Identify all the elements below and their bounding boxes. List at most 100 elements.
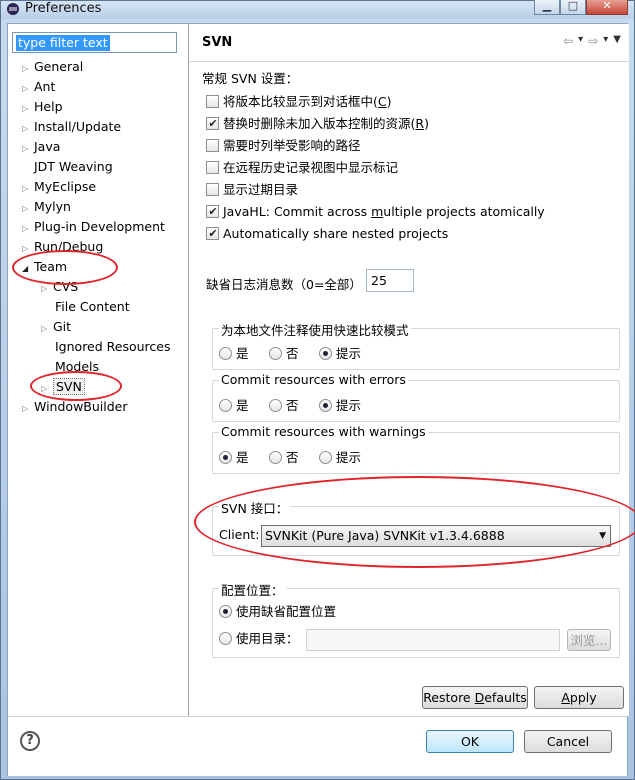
tree-item-cvs[interactable]: ▷ CVS bbox=[41, 278, 78, 296]
tree-item-general[interactable]: ▷ General bbox=[22, 58, 83, 76]
radio-no[interactable]: 否 bbox=[269, 449, 299, 467]
back-menu-icon[interactable]: ▾ bbox=[578, 34, 583, 48]
client-select[interactable]: SVNKit (Pure Java) SVNKit v1.3.4.6888 ▼ bbox=[261, 525, 611, 547]
tree-item-git[interactable]: ▷ Git bbox=[41, 318, 71, 336]
radio-no[interactable]: 否 bbox=[269, 397, 299, 415]
minimize-icon[interactable]: ▁ bbox=[534, 0, 560, 15]
radio-no[interactable]: 否 bbox=[269, 345, 299, 363]
checkbox-box[interactable] bbox=[206, 227, 219, 240]
checkbox-box[interactable] bbox=[206, 117, 219, 130]
tree-item-install-update[interactable]: ▷ Install/Update bbox=[22, 118, 121, 136]
group-config-location: 配置位置： 使用缺省配置位置 使用目录： 浏览... bbox=[212, 580, 620, 658]
checkbox-box[interactable] bbox=[206, 183, 219, 196]
radio-yes[interactable]: 是 bbox=[219, 345, 249, 363]
expand-arrow-icon[interactable]: ▷ bbox=[22, 80, 34, 98]
checkbox-box[interactable] bbox=[206, 205, 219, 218]
tree-item-help[interactable]: ▷ Help bbox=[22, 98, 63, 116]
checkbox-list-affected-paths[interactable]: 需要时列举受影响的路径 bbox=[206, 137, 361, 155]
radio-use-directory[interactable]: 使用目录： bbox=[219, 630, 299, 648]
config-dir-input[interactable] bbox=[306, 629, 560, 651]
expand-arrow-icon[interactable]: ▷ bbox=[22, 180, 34, 198]
log-count-input[interactable]: 25 bbox=[366, 269, 414, 292]
checkbox-label: 在远程历史记录视图中显示标记 bbox=[223, 160, 399, 175]
radio-prompt[interactable]: 提示 bbox=[319, 345, 361, 363]
tree-item-ant[interactable]: ▷ Ant bbox=[22, 78, 55, 96]
back-icon[interactable]: ⇦ bbox=[563, 34, 573, 48]
checkbox-compare-dialog[interactable]: 将版本比较显示到对话框中(C) bbox=[206, 93, 392, 111]
radio-circle[interactable] bbox=[269, 347, 282, 360]
tree-item-svn[interactable]: ▷ SVN bbox=[41, 378, 85, 396]
expand-arrow-icon[interactable]: ▷ bbox=[22, 220, 34, 238]
expand-arrow-icon[interactable]: ▷ bbox=[22, 120, 34, 138]
radio-circle[interactable] bbox=[219, 451, 232, 464]
tree-item-team[interactable]: ◢ Team bbox=[22, 258, 67, 276]
ok-button[interactable]: OK bbox=[426, 730, 514, 753]
radio-circle[interactable] bbox=[269, 399, 282, 412]
tree-item-file-content[interactable]: File Content bbox=[55, 298, 130, 316]
tree-item-label: JDT Weaving bbox=[34, 159, 113, 174]
checkbox-share-nested[interactable]: Automatically share nested projects bbox=[206, 225, 448, 243]
tree-item-mylyn[interactable]: ▷ Mylyn bbox=[22, 198, 71, 216]
checkbox-box[interactable] bbox=[206, 95, 219, 108]
radio-default-config[interactable]: 使用缺省配置位置 bbox=[219, 603, 336, 621]
checkbox-javahl-commit[interactable]: JavaHL: Commit across multiple projects … bbox=[206, 203, 545, 221]
apply-button[interactable]: Apply bbox=[534, 686, 624, 709]
collapse-arrow-icon[interactable]: ◢ bbox=[22, 260, 34, 278]
radio-prompt[interactable]: 提示 bbox=[319, 397, 361, 415]
checkbox-box[interactable] bbox=[206, 139, 219, 152]
dropdown-arrow-icon[interactable]: ▼ bbox=[599, 526, 606, 546]
help-icon[interactable]: ? bbox=[20, 731, 40, 751]
tree-item-label: WindowBuilder bbox=[34, 399, 128, 414]
checkbox-show-outdated[interactable]: 显示过期目录 bbox=[206, 181, 298, 199]
filter-input[interactable]: type filter text bbox=[12, 32, 177, 53]
expand-arrow-icon[interactable]: ▷ bbox=[22, 60, 34, 78]
radio-circle[interactable] bbox=[219, 605, 232, 618]
checkbox-box[interactable] bbox=[206, 161, 219, 174]
expand-arrow-icon[interactable]: ▷ bbox=[41, 280, 53, 298]
expand-arrow-icon[interactable]: ▷ bbox=[22, 400, 34, 418]
tree-item-plugin-development[interactable]: ▷ Plug-in Development bbox=[22, 218, 165, 236]
title-bar[interactable]: Preferences ▁ □ ✕ bbox=[1, 0, 634, 19]
radio-yes[interactable]: 是 bbox=[219, 397, 249, 415]
radio-circle[interactable] bbox=[319, 399, 332, 412]
expand-arrow-icon[interactable]: ▷ bbox=[22, 100, 34, 118]
radio-yes[interactable]: 是 bbox=[219, 449, 249, 467]
cancel-button[interactable]: Cancel bbox=[524, 730, 612, 753]
radio-circle[interactable] bbox=[219, 347, 232, 360]
radio-circle[interactable] bbox=[269, 451, 282, 464]
expand-arrow-icon[interactable]: ▷ bbox=[22, 200, 34, 218]
group-title: 为本地文件注释使用快速比较模式 bbox=[219, 320, 411, 339]
checkbox-label: 需要时列举受影响的路径 bbox=[223, 138, 361, 153]
expand-arrow-icon[interactable]: ▷ bbox=[41, 320, 53, 338]
checkbox-delete-unversioned[interactable]: 替换时删除未加入版本控制的资源(R) bbox=[206, 115, 429, 133]
view-menu-icon[interactable]: ▼ bbox=[613, 34, 621, 48]
radio-circle[interactable] bbox=[319, 347, 332, 360]
radio-prompt[interactable]: 提示 bbox=[319, 449, 361, 467]
tree-item-windowbuilder[interactable]: ▷ WindowBuilder bbox=[22, 398, 128, 416]
restore-defaults-button[interactable]: Restore Defaults bbox=[422, 686, 528, 709]
expand-arrow-icon[interactable]: ▷ bbox=[22, 240, 34, 258]
radio-circle[interactable] bbox=[219, 399, 232, 412]
tree-item-models[interactable]: Models bbox=[55, 358, 99, 376]
forward-icon[interactable]: ⇨ bbox=[588, 34, 598, 48]
forward-menu-icon[interactable]: ▾ bbox=[603, 34, 608, 48]
svn-preference-page: SVN ⇦ ▾ ⇨ ▾ ▼ 常规 SVN 设置： 将版本比较显示到对话框中(C) 替… bbox=[190, 24, 635, 716]
maximize-icon[interactable]: □ bbox=[560, 0, 586, 15]
tree-item-java[interactable]: ▷ Java bbox=[22, 138, 60, 156]
tree-item-label: Java bbox=[34, 139, 61, 154]
button-label: pply bbox=[569, 690, 597, 705]
expand-arrow-icon[interactable]: ▷ bbox=[22, 140, 34, 158]
filter-text[interactable]: type filter text bbox=[16, 35, 110, 51]
tree-item-run-debug[interactable]: ▷ Run/Debug bbox=[22, 238, 103, 256]
tree-item-label: Help bbox=[34, 99, 63, 114]
tree-item-ignored-resources[interactable]: Ignored Resources bbox=[55, 338, 171, 356]
tree-item-jdt-weaving[interactable]: JDT Weaving bbox=[34, 158, 113, 176]
browse-button[interactable]: 浏览... bbox=[567, 629, 611, 651]
tree-item-myeclipse[interactable]: ▷ MyEclipse bbox=[22, 178, 96, 196]
close-icon[interactable]: ✕ bbox=[586, 0, 628, 15]
expand-arrow-icon[interactable]: ▷ bbox=[41, 380, 53, 398]
tree-item-label: Run/Debug bbox=[34, 239, 104, 254]
checkbox-show-tags[interactable]: 在远程历史记录视图中显示标记 bbox=[206, 159, 398, 177]
radio-circle[interactable] bbox=[319, 451, 332, 464]
radio-circle[interactable] bbox=[219, 632, 232, 645]
